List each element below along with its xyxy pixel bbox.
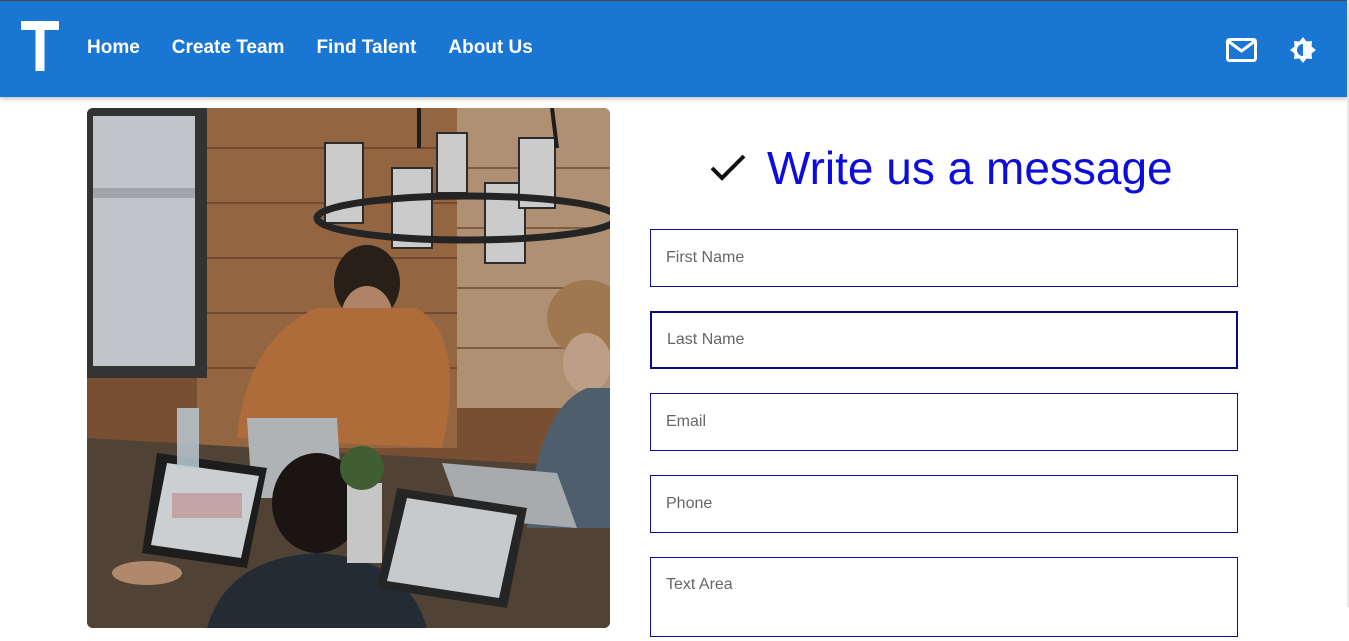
nav-home[interactable]: Home (87, 37, 140, 59)
main-nav: Home Create Team Find Talent About Us (87, 37, 565, 59)
form-title: Write us a message (767, 142, 1173, 194)
first-name-input[interactable] (651, 230, 1237, 286)
form-heading: Write us a message (708, 140, 1173, 196)
phone-input[interactable] (651, 476, 1237, 532)
mail-icon[interactable] (1226, 38, 1257, 62)
last-name-input[interactable] (652, 313, 1236, 367)
brightness-icon[interactable] (1290, 37, 1316, 63)
email-input[interactable] (651, 394, 1237, 450)
email-field[interactable] (650, 393, 1238, 451)
check-icon (710, 154, 746, 181)
nav-about-us[interactable]: About Us (448, 37, 532, 59)
logo[interactable] (21, 21, 59, 71)
app-bar: Home Create Team Find Talent About Us (0, 0, 1347, 97)
first-name-field[interactable] (650, 229, 1238, 287)
text-area-field[interactable] (650, 557, 1238, 637)
last-name-field[interactable] (650, 311, 1238, 369)
phone-field[interactable] (650, 475, 1238, 533)
team-photo (87, 108, 610, 628)
nav-find-talent[interactable]: Find Talent (316, 37, 416, 59)
nav-create-team[interactable]: Create Team (172, 37, 285, 59)
message-textarea[interactable] (651, 558, 1237, 636)
